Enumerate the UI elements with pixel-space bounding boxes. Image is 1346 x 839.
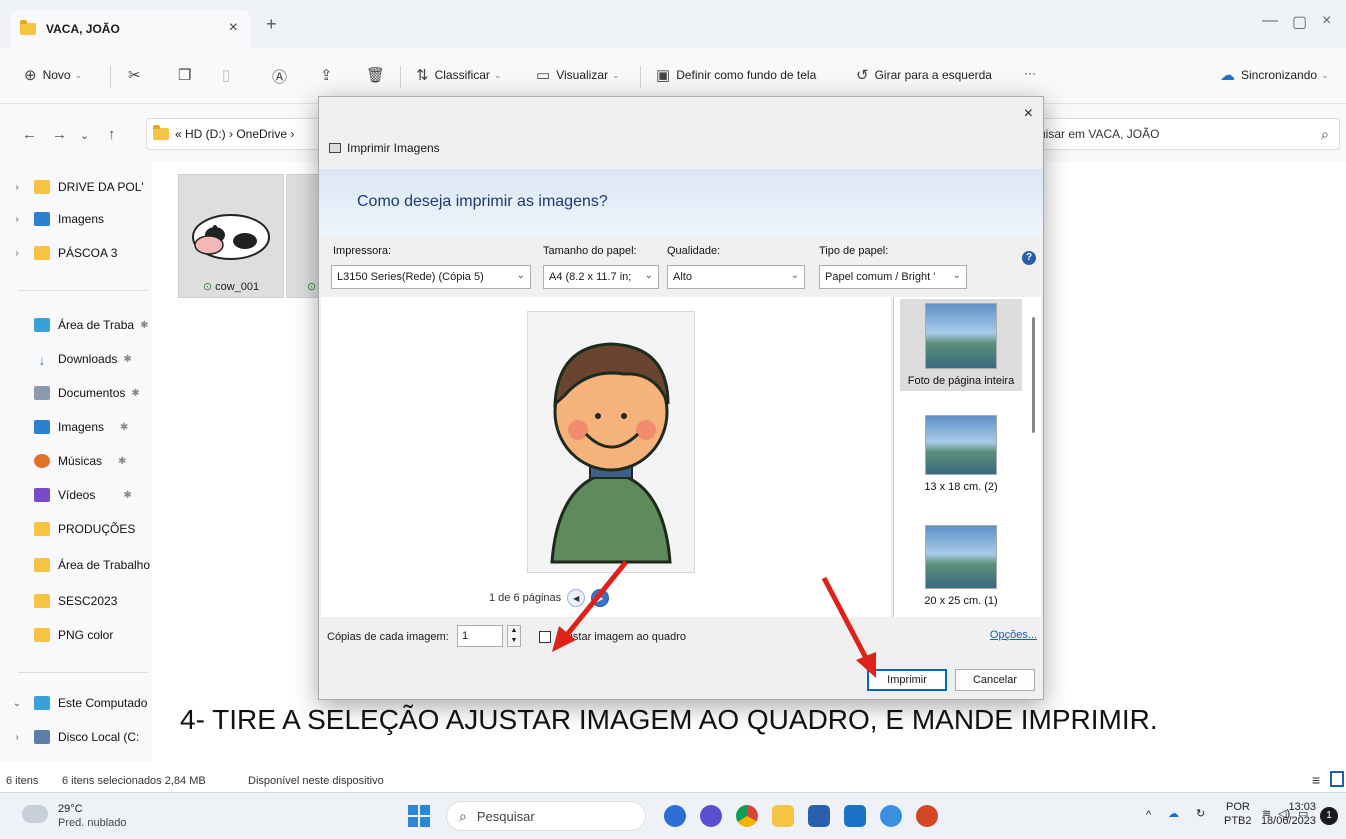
app-icon-photos[interactable]: [880, 805, 902, 827]
item-count: 6 itens: [6, 775, 39, 787]
language-indicator[interactable]: POR: [1226, 801, 1250, 813]
app-icon-powerpoint[interactable]: [916, 805, 938, 827]
status-bar: 6 itens 6 itens selecionados 2,84 MB Dis…: [0, 770, 1346, 792]
taskbar-search[interactable]: ⌕ Pesquisar: [446, 801, 646, 831]
sync-icon[interactable]: ↻: [1196, 807, 1205, 820]
tiles-view-icon[interactable]: [1330, 771, 1344, 787]
app-icon-mail[interactable]: [844, 805, 866, 827]
app-icon-file-explorer[interactable]: [772, 805, 794, 827]
availability-status: Disponível neste dispositivo: [248, 775, 384, 787]
clock-time[interactable]: 13:03: [1288, 801, 1316, 813]
taskbar: 29°C Pred. nublado ⌕ Pesquisar ^ ☁ ↻ POR…: [0, 792, 1346, 839]
tray-overflow-icon[interactable]: ^: [1146, 809, 1151, 821]
instruction-text: 4- TIRE A SELEÇÃO AJUSTAR IMAGEM AO QUAD…: [180, 704, 1158, 735]
weather-temperature[interactable]: 29°C: [58, 803, 83, 815]
details-view-icon[interactable]: ≡: [1312, 772, 1320, 788]
arrow-to-print: [821, 576, 869, 660]
start-button[interactable]: [408, 805, 430, 827]
search-icon: ⌕: [459, 807, 467, 824]
clock-date[interactable]: 18/06/2023: [1261, 815, 1316, 827]
arrow-to-checkbox: [564, 560, 628, 638]
app-icon-chrome[interactable]: [736, 805, 758, 827]
onedrive-icon[interactable]: ☁: [1168, 807, 1179, 820]
cloud-icon[interactable]: [22, 805, 48, 823]
keyboard-layout[interactable]: PTB2: [1224, 815, 1252, 827]
taskbar-search-placeholder: Pesquisar: [476, 808, 535, 824]
app-icon-store[interactable]: [808, 805, 830, 827]
notification-badge[interactable]: 1: [1320, 807, 1338, 825]
app-icon-teams-chat[interactable]: [700, 805, 722, 827]
selection-info: 6 itens selecionados 2,84 MB: [62, 775, 206, 787]
app-icon-bing[interactable]: [664, 805, 686, 827]
weather-description[interactable]: Pred. nublado: [58, 817, 127, 829]
